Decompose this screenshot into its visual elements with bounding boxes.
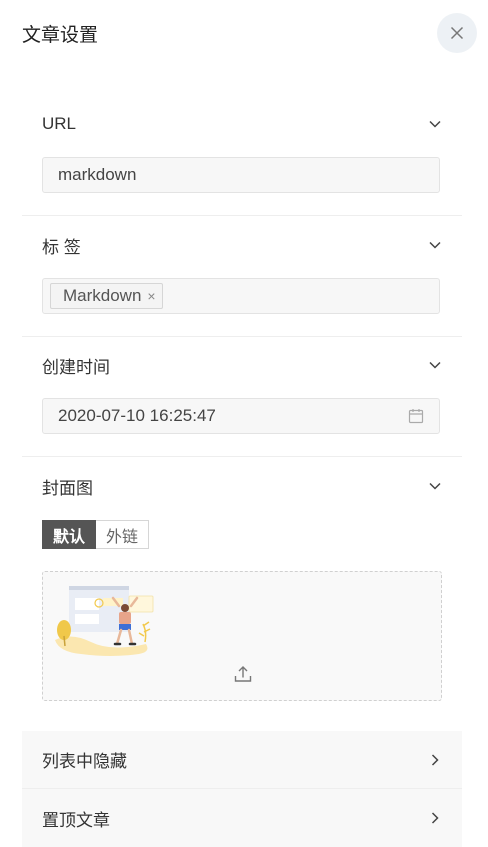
tag-chip: Markdown × bbox=[50, 283, 163, 309]
date-picker-input[interactable]: 2020-07-10 16:25:47 bbox=[42, 398, 440, 434]
cover-external-link-option[interactable]: 外链 bbox=[96, 520, 150, 549]
cover-preview-illustration bbox=[55, 586, 154, 656]
url-value: markdown bbox=[58, 165, 137, 184]
date-value: 2020-07-10 16:25:47 bbox=[58, 406, 216, 425]
created-time-label: 创建时间 bbox=[42, 357, 110, 377]
cover-section-label: 封面图 bbox=[42, 478, 93, 498]
url-section-header[interactable]: URL bbox=[42, 112, 442, 136]
url-input[interactable]: markdown bbox=[42, 157, 440, 193]
chevron-down-icon bbox=[428, 479, 442, 493]
chevron-down-icon bbox=[428, 238, 442, 252]
chevron-down-icon bbox=[428, 117, 442, 131]
cover-default-option[interactable]: 默认 bbox=[42, 520, 97, 549]
cover-upload-area[interactable] bbox=[42, 571, 442, 701]
tag-remove-icon[interactable]: × bbox=[147, 288, 155, 304]
cover-image-section: 封面图 默认 外链 bbox=[22, 457, 462, 729]
url-section-label: URL bbox=[42, 114, 77, 133]
created-time-section-header[interactable]: 创建时间 bbox=[42, 353, 442, 377]
cover-section-header[interactable]: 封面图 bbox=[42, 474, 442, 498]
chevron-right-icon bbox=[431, 812, 439, 824]
tags-section-header[interactable]: 标 签 bbox=[42, 233, 442, 257]
tags-section-label: 标 签 bbox=[42, 237, 81, 257]
tag-label: Markdown bbox=[63, 286, 142, 305]
hide-in-list-label: 列表中隐藏 bbox=[42, 752, 127, 771]
tags-input[interactable]: Markdown × bbox=[42, 278, 440, 314]
pin-article-label: 置顶文章 bbox=[42, 810, 110, 830]
calendar-icon bbox=[408, 409, 424, 424]
close-button[interactable] bbox=[437, 13, 477, 53]
url-section: URL markdown bbox=[22, 96, 462, 216]
close-icon bbox=[450, 26, 464, 40]
chevron-down-icon bbox=[428, 358, 442, 372]
tags-section: 标 签 Markdown × bbox=[22, 216, 462, 337]
panel-title: 文章设置 bbox=[22, 25, 99, 46]
pin-article-row[interactable]: 置顶文章 bbox=[22, 789, 462, 847]
cover-type-toggle: 默认 外链 bbox=[42, 520, 150, 549]
upload-icon bbox=[234, 666, 252, 682]
created-time-section: 创建时间 2020-07-10 16:25:47 bbox=[22, 337, 462, 457]
hide-in-list-row[interactable]: 列表中隐藏 bbox=[22, 731, 462, 789]
chevron-right-icon bbox=[431, 753, 439, 766]
